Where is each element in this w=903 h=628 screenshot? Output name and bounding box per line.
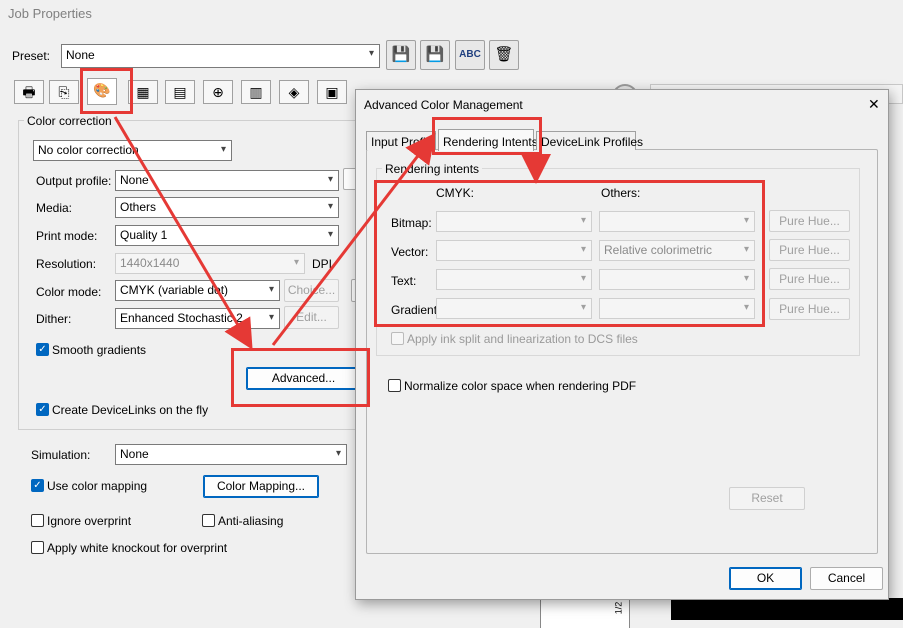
- arrow-to-advanced: [113, 116, 253, 350]
- arrow-to-rendering-tab: [271, 132, 436, 346]
- annotation-arrows: [113, 116, 551, 350]
